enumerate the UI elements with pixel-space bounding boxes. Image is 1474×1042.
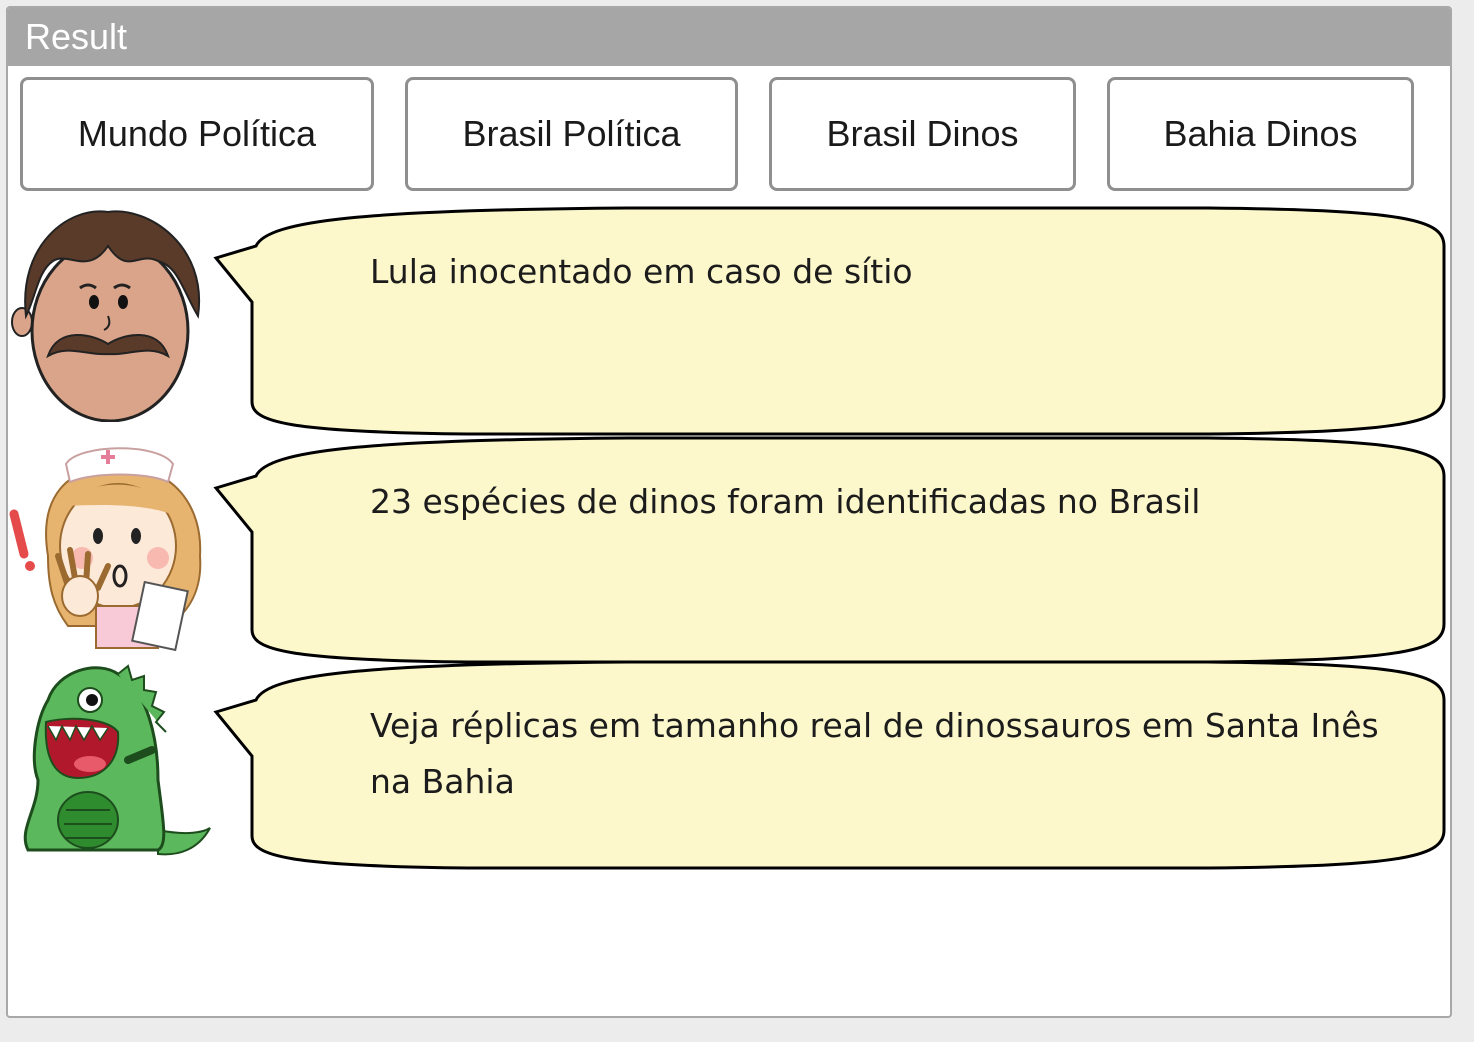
speech-bubble [213, 206, 1446, 436]
bahia-dinos-button[interactable]: Bahia Dinos [1107, 77, 1414, 191]
message-row: 23 espécies de dinos foram identificadas… [8, 436, 1450, 664]
brasil-dinos-button[interactable]: Brasil Dinos [769, 77, 1076, 191]
green-dinosaur-icon [23, 664, 211, 856]
nurse-girl-icon [9, 447, 202, 652]
result-panel: Result Mundo Política Brasil Política Br… [6, 6, 1452, 1018]
mundo-politica-button[interactable]: Mundo Política [20, 77, 374, 191]
message-text: 23 espécies de dinos foram identificadas… [370, 482, 1201, 521]
message-text: Veja réplicas em tamanho real de dinossa… [370, 706, 1379, 801]
result-header: Result [8, 8, 1450, 66]
message-row: Lula inocentado em caso de sítio [8, 206, 1450, 436]
brasil-politica-button[interactable]: Brasil Política [405, 77, 738, 191]
man-mustache-icon [11, 210, 201, 422]
speech-bubble [213, 436, 1446, 664]
message-text: Lula inocentado em caso de sítio [370, 252, 913, 291]
message-row: Veja réplicas em tamanho real de dinossa… [8, 660, 1450, 870]
